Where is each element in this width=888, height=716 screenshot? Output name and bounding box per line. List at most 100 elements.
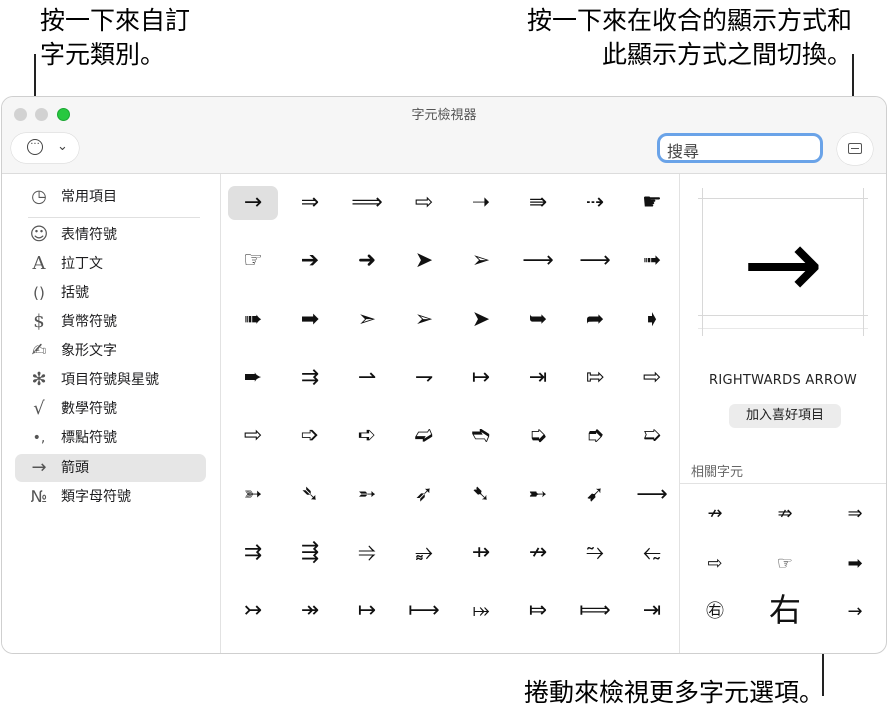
punctuation-icon: •, xyxy=(32,430,46,446)
char-cell[interactable]: ☞ xyxy=(228,244,278,278)
search-field[interactable]: 搜尋 xyxy=(657,133,823,163)
char-cell[interactable]: ⟹ xyxy=(342,186,392,220)
related-char[interactable]: ㊨ xyxy=(685,590,745,634)
sidebar-item-pictographs[interactable]: ✍ 象形文字 xyxy=(15,337,206,365)
char-cell[interactable]: ➠ xyxy=(228,303,278,337)
char-cell[interactable]: ⥳ xyxy=(627,536,677,570)
sidebar-item-frequently-used[interactable]: ◷ 常用項目 xyxy=(15,183,206,211)
char-cell[interactable]: ⥲ xyxy=(570,536,620,570)
char-cell[interactable]: ⇰ xyxy=(570,361,620,395)
char-cell[interactable]: ➥ xyxy=(513,303,563,337)
related-char[interactable]: ⇒ xyxy=(825,492,885,536)
char-cell[interactable]: ↣ xyxy=(228,594,278,628)
char-cell[interactable]: ➮ xyxy=(570,419,620,453)
char-cell[interactable]: ⇀ xyxy=(342,361,392,395)
char-cell[interactable]: ⇀ xyxy=(285,652,335,653)
char-cell[interactable]: ➟ xyxy=(627,244,677,278)
char-cell[interactable]: ⇨ xyxy=(627,361,677,395)
char-cell[interactable]: ➤ xyxy=(456,303,506,337)
char-cell[interactable]: ➶ xyxy=(399,478,449,512)
char-cell[interactable]: ⇨ xyxy=(399,186,449,220)
sidebar-item-math[interactable]: √ 數學符號 xyxy=(15,395,206,423)
char-cell[interactable]: ⇨ xyxy=(228,419,278,453)
char-cell[interactable]: ➵ xyxy=(342,478,392,512)
add-to-favorites-button[interactable]: 加入喜好項目 xyxy=(729,404,841,428)
char-cell[interactable]: ➨ xyxy=(228,361,278,395)
related-char[interactable]: ⇏ xyxy=(755,492,815,536)
sidebar-item-punctuation[interactable]: •, 標點符號 xyxy=(15,424,206,452)
char-cell[interactable]: ⥈ xyxy=(513,652,563,653)
char-cell[interactable]: ⥤ xyxy=(342,536,392,570)
char-cell[interactable]: ➴ xyxy=(285,478,335,512)
sidebar-item-currency[interactable]: $ 貨幣符號 xyxy=(15,308,206,336)
char-cell[interactable]: ➜ xyxy=(342,244,392,278)
char-cell[interactable]: ⇉ xyxy=(285,361,335,395)
char-cell[interactable]: ➳ xyxy=(228,478,278,512)
char-cell[interactable]: ☛ xyxy=(627,186,677,220)
char-cell[interactable]: ↠ xyxy=(285,594,335,628)
char-cell[interactable]: ⇥ xyxy=(513,361,563,395)
char-cell[interactable]: ↦ xyxy=(456,361,506,395)
char-cell[interactable]: ➯ xyxy=(627,419,677,453)
char-cell[interactable]: ➦ xyxy=(570,303,620,337)
char-cell[interactable]: ➭ xyxy=(513,419,563,453)
char-cell[interactable]: ➣ xyxy=(342,303,392,337)
char-cell[interactable]: ⇁ xyxy=(399,361,449,395)
char-cell[interactable]: ⟶ xyxy=(513,244,563,278)
char-cell[interactable]: ⤳ xyxy=(456,652,506,653)
sidebar-item-emoji[interactable]: ☺ 表情符號 xyxy=(15,221,206,249)
char-cell[interactable]: ⇁ xyxy=(228,652,278,653)
char-cell[interactable]: ⥵ xyxy=(399,536,449,570)
char-cell[interactable]: ⇒ xyxy=(285,186,335,220)
related-char[interactable]: ☞ xyxy=(755,542,815,586)
char-cell[interactable]: ➧ xyxy=(627,303,677,337)
char-cell[interactable]: ⇻ xyxy=(627,652,677,653)
related-char[interactable]: 右 xyxy=(755,588,815,632)
char-cell[interactable]: → xyxy=(228,186,278,220)
char-cell[interactable]: ➢ xyxy=(456,244,506,278)
char-cell[interactable]: ⇛ xyxy=(513,186,563,220)
char-cell[interactable]: ⟶ xyxy=(570,244,620,278)
selected-glyph: → xyxy=(742,208,824,320)
char-cell[interactable]: ➔ xyxy=(285,244,335,278)
char-cell[interactable]: ➩ xyxy=(285,419,335,453)
sidebar-item-letterlike[interactable]: № 類字母符號 xyxy=(15,483,206,511)
char-cell[interactable]: ⤇ xyxy=(513,594,563,628)
char-cell[interactable]: ➷ xyxy=(456,478,506,512)
char-cell[interactable]: ⟶ xyxy=(627,478,677,512)
char-cell[interactable]: ➹ xyxy=(570,478,620,512)
customize-categories-menu-button[interactable]: ··· ⌄ xyxy=(11,133,79,163)
char-cell[interactable]: ⇸ xyxy=(570,652,620,653)
char-cell[interactable]: ➸ xyxy=(513,478,563,512)
char-cell[interactable]: ↦ xyxy=(342,594,392,628)
related-char[interactable]: ↛ xyxy=(685,492,745,536)
char-cell[interactable]: ➪ xyxy=(342,419,392,453)
char-cell[interactable]: ⤅ xyxy=(456,594,506,628)
char-cell[interactable]: ➬ xyxy=(456,419,506,453)
char-cell[interactable]: ➢ xyxy=(399,303,449,337)
sidebar-item-bullets-stars[interactable]: ✻ 項目符號與星號 xyxy=(15,366,206,394)
char-cell[interactable]: ⇥ xyxy=(627,594,677,628)
char-cell[interactable]: ⟾ xyxy=(570,594,620,628)
char-cell[interactable]: ➝ xyxy=(456,186,506,220)
char-cell[interactable]: ⇉ xyxy=(228,536,278,570)
char-cell[interactable]: ⇸ xyxy=(456,536,506,570)
sidebar-item-label: 類字母符號 xyxy=(61,489,131,505)
sidebar-item-arrows[interactable]: → 箭頭 xyxy=(15,454,206,482)
toggle-view-button[interactable] xyxy=(837,133,873,165)
char-cell[interactable]: ⇢ xyxy=(570,186,620,220)
related-char[interactable]: → xyxy=(825,590,885,634)
character-grid[interactable]: → ⇒ ⟹ ⇨ ➝ ⇛ ⇢ ☛ ☞ ➔ ➜ ➤ ➢ ⟶ ⟶ ➟ ➠ ➡ ➣ ➢ ➤ ➥ ➦ ➧ ➨ ⇉ ⇀ ⇁ ↦ ⇥ ⇰ ⇨ ⇨ ➩ ➪ ➫ ➬ ➭ ➮ ➯… xyxy=(221,174,679,653)
char-cell[interactable]: ⟼ xyxy=(399,594,449,628)
char-cell[interactable]: ⟿ xyxy=(399,652,449,653)
char-cell[interactable]: ⇝ xyxy=(342,652,392,653)
char-cell[interactable]: ➫ xyxy=(399,419,449,453)
char-cell[interactable]: ↛ xyxy=(513,536,563,570)
char-cell[interactable]: ⇶ xyxy=(285,536,335,570)
sidebar-item-latin[interactable]: A 拉丁文 xyxy=(15,250,206,278)
related-char[interactable]: ⇨ xyxy=(685,542,745,586)
sidebar-item-brackets[interactable]: () 括號 xyxy=(15,279,206,307)
char-cell[interactable]: ➤ xyxy=(399,244,449,278)
char-cell[interactable]: ➡ xyxy=(285,303,335,337)
related-char[interactable]: ➡ xyxy=(825,542,885,586)
